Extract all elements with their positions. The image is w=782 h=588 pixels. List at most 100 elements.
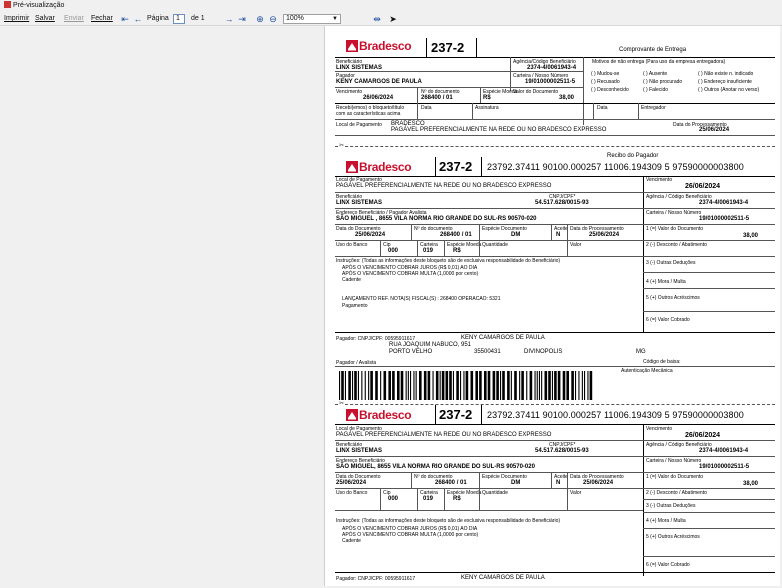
motivo-nao-procurado: ( ) Não procurado [643,79,683,85]
bank-code: 237-2 [431,40,465,55]
save-button[interactable]: Salvar [35,13,55,25]
slip-local-text: PAGÁVEL PREFERENCIALMENTE NA REDE OU NO … [336,183,552,189]
barcode-bar [571,371,574,400]
page-input[interactable]: 1 [173,14,185,24]
pointer-icon[interactable]: ➤ [388,13,398,25]
barcode-bar [534,371,536,400]
barcode-bar [368,371,370,400]
barcode-bar [456,371,459,400]
slip2-local-text: PAGÁVEL PREFERENCIALMENTE NA REDE OU NO … [336,432,552,438]
barcode-bar [427,371,431,400]
barcode-bar [581,371,583,400]
previous-page-icon[interactable]: ← [133,13,143,25]
barcode-bar [538,371,540,400]
barcode-bar [554,371,557,400]
slip-pagador-endereco: RUA JOAQUIM NABUCO, 951 [389,342,472,348]
slip2-valor-doc-value: 38,00 [743,481,759,487]
barcode-bar [407,371,409,400]
cut-line-2 [335,404,775,405]
slip-pagador-uf: MG [636,349,646,355]
slip2-especie-doc-value: DM [511,480,521,486]
window-title: Pré-visualização [13,2,65,9]
slip-vencimento-label: Vencimento [646,177,673,183]
slip-instrucao-multa: APÓS O VENCIMENTO COBRAR MULTA (1,0000 p… [342,271,479,277]
fit-width-icon[interactable]: ⇹ [372,13,382,25]
barcode [339,371,593,400]
slip2-instrucoes-label: Instruções: (Todas as informações deste … [336,518,561,524]
barcode-bar [413,371,415,400]
slip-uso-banco-label: Uso do Banco [336,242,368,248]
slip2-cnpj-value: 54.517.628/0015-93 [535,448,589,454]
barcode-bar [551,371,553,400]
vencimento-value: 26/06/2024 [363,95,394,101]
especie-value: R$ [483,95,491,101]
barcode-bar [544,371,548,400]
slip-cip-value: 000 [388,248,399,254]
barcode-bar [502,371,505,400]
barcode-bar [557,371,561,400]
send-button[interactable]: Enviar [64,13,84,25]
motivo-recusado: ( ) Recusado [591,79,620,85]
barcode-bar [562,371,566,400]
print-button[interactable]: Imprimir [4,13,29,25]
zoom-in-icon[interactable]: ⊕ [255,13,265,25]
linha-digitavel: 23792.37411 90100.000257 11006.194309 5 … [487,162,744,172]
bradesco-logo-icon [346,40,358,52]
slip-aceite-value: N [556,232,561,238]
barcode-bar [578,371,580,400]
slip-codigo-baixa-label: Código de baixa: [643,359,681,365]
slip2-quantidade-label: Quantidade [482,490,508,496]
slip-cobrado-label: 6 (=) Valor Cobrado [646,317,690,323]
slip-vencimento-value: 26/06/2024 [685,183,721,190]
slip-lancamento: LANÇAMENTO REF. NOTA(S) FISCAL(S) : 2684… [342,296,501,302]
barcode-bar [541,371,543,400]
barcode-bar [410,371,412,400]
data-label: Data [421,105,432,111]
slip-beneficiario-value: LINX SISTEMAS [336,200,383,206]
slip-acrescimos-label: 5 (+) Outros Acréscimos [646,295,700,301]
barcode-bar [354,371,357,400]
slip-pagador-cidade: DIVINOPOLIS [524,349,563,355]
slip2-beneficiario-value: LINX SISTEMAS [336,448,383,454]
preview-area[interactable]: Bradesco 237-2 Comprovante de Entrega Be… [0,26,782,588]
valor-label: Valor do Documento [513,89,559,95]
bank-name: Bradesco [359,39,412,53]
slip-carteira2-value: 019 [423,248,434,254]
barcode-bar [423,371,427,400]
barcode-bar [339,371,341,400]
data-entrega-label: Data [597,105,608,111]
barcode-bar [510,371,512,400]
slip-bank-name: Bradesco [359,160,412,174]
local-text: PAGÁVEL PREFERENCIALMENTE NA REDE OU NO … [391,127,607,133]
zoom-out-icon[interactable]: ⊖ [268,13,278,25]
barcode-bar [526,371,528,400]
barcode-bar [405,371,407,400]
barcode-bar [536,371,538,400]
slip2-bank-code: 237-2 [439,407,473,422]
cut-label: Recibo do Pagador [607,153,659,159]
chevron-down-icon: ▼ [332,16,338,22]
zoom-select[interactable]: 100% ▼ [283,14,341,24]
barcode-bar [441,371,445,400]
motivo-falecido: ( ) Falecido [643,87,669,93]
barcode-bar [435,371,439,400]
close-button[interactable]: Fechar [91,13,113,25]
assinatura-label: Assinatura [475,105,499,111]
slip2-documento-value: 268400 / 01 [435,480,467,486]
window-titlebar: Pré-visualização [0,0,782,12]
first-page-icon[interactable]: ⇤ [120,13,130,25]
slip2-valor-doc-label: 1 (=) Valor do Documento [646,474,704,480]
motivo-mudou: ( ) Mudou-se [591,71,620,77]
slip-data-proc-value: 25/06/2024 [589,232,620,238]
slip2-nosso-numero-value: 19/01000002511-5 [699,464,750,470]
slip-pagador-nome: KENY CAMARGOS DE PAULA [461,335,545,341]
last-page-icon[interactable]: ⇥ [237,13,247,25]
barcode-bar [484,371,487,400]
slip-especie-doc-value: DM [511,232,521,238]
documento-value: 268400 / 01 [421,95,453,101]
barcode-bar [487,371,491,400]
next-page-icon[interactable]: → [224,13,234,25]
slip-pagamento: Pagamento [342,303,368,309]
barcode-bar [397,371,400,400]
slip-autenticacao-label: Autenticação Mecânica [621,368,673,374]
